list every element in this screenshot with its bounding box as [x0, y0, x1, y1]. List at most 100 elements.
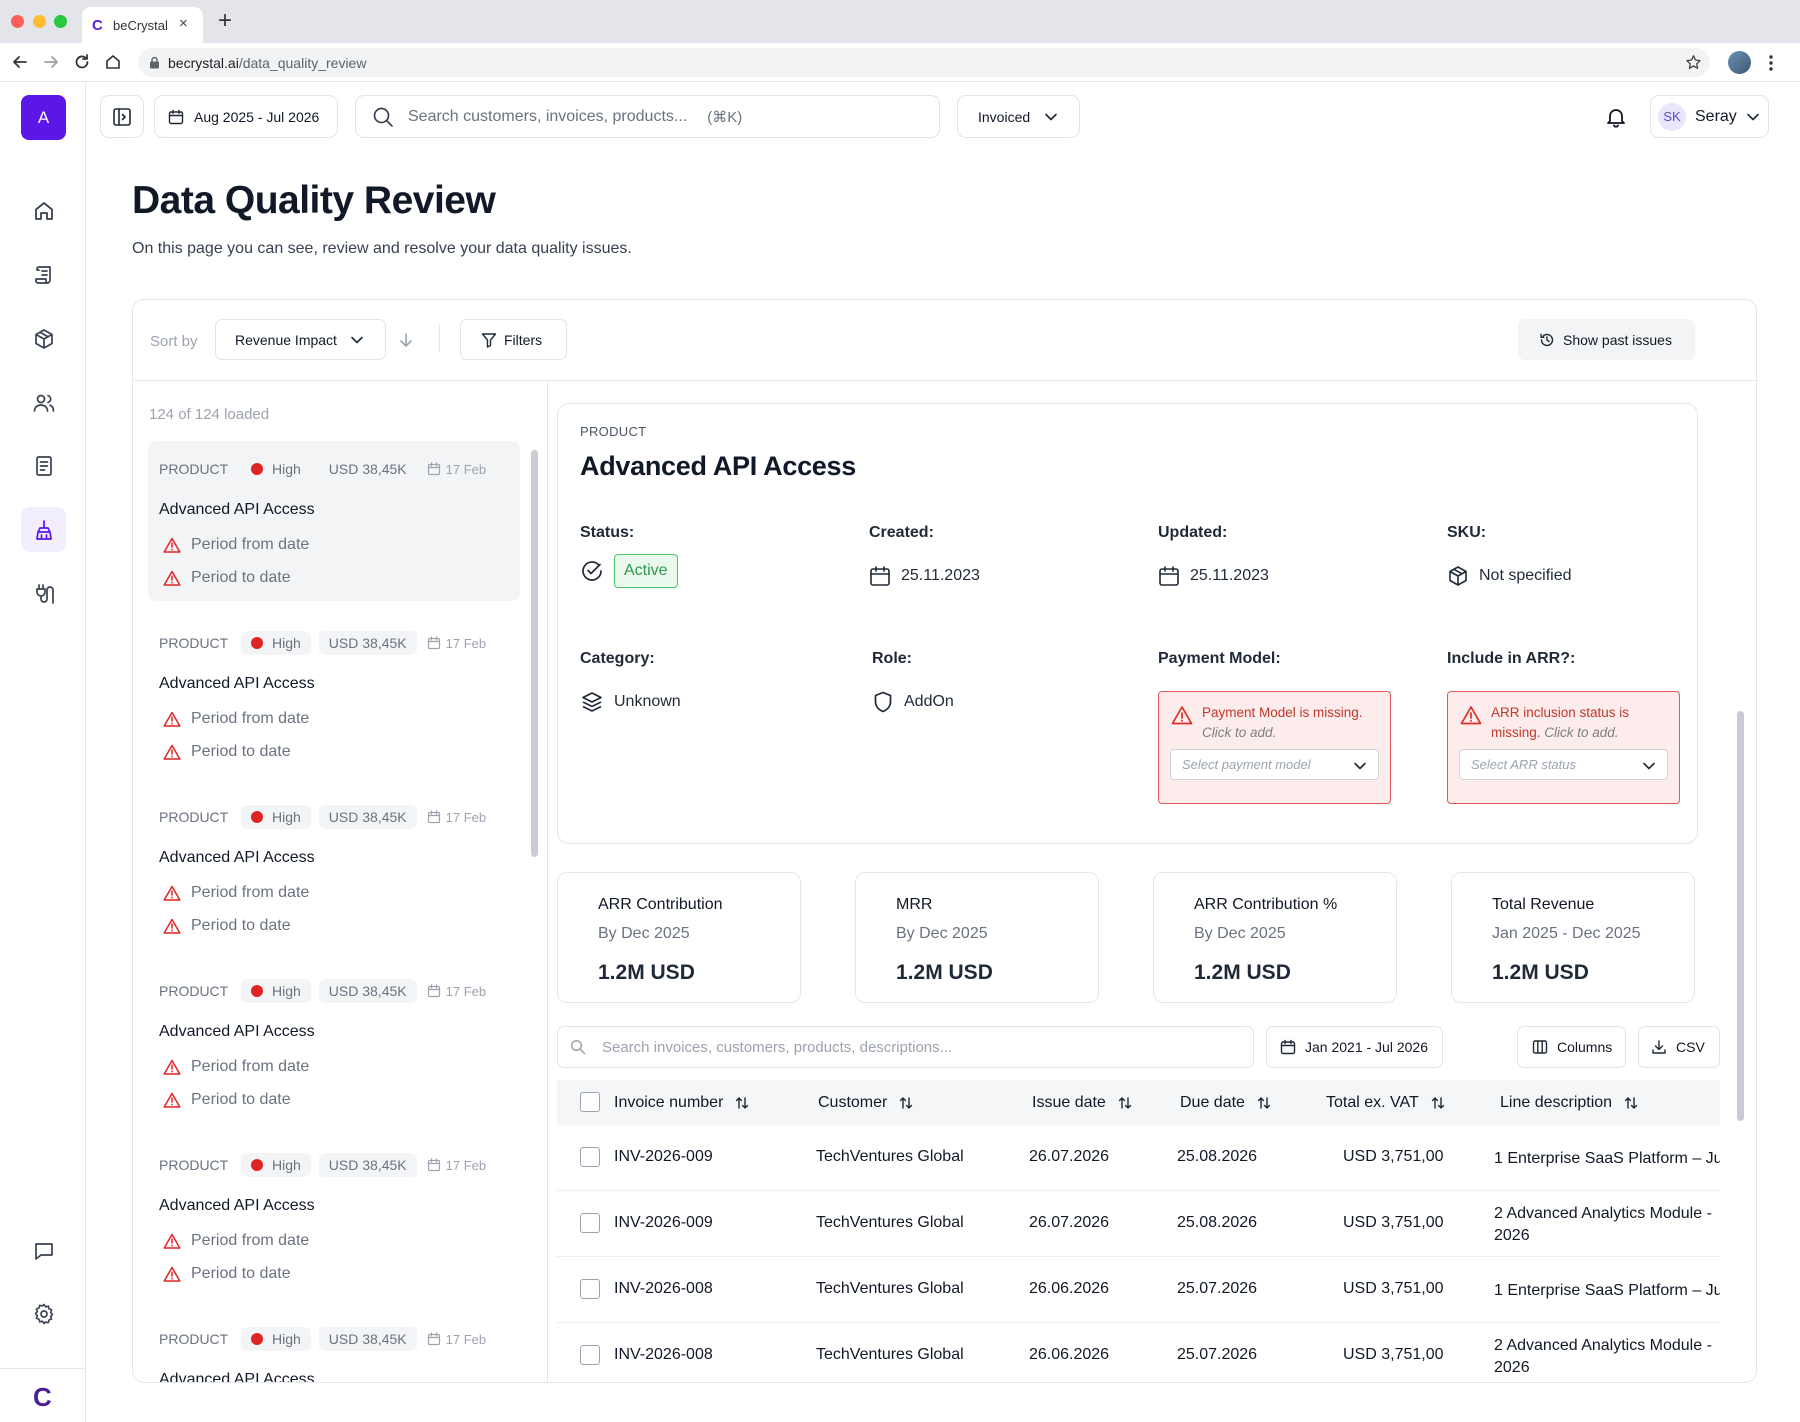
address-bar[interactable]: becrystal.ai/data_quality_review [138, 48, 1710, 77]
table-row[interactable]: INV-2026-009 TechVentures Global 26.07.202… [557, 1191, 1720, 1257]
reload-icon[interactable] [73, 53, 91, 71]
table-row[interactable]: INV-2026-009 TechVentures Global 26.07.202… [557, 1125, 1720, 1191]
issue-detail-card: PRODUCT Advanced API Access Status: Acti… [557, 403, 1698, 844]
show-past-issues-button[interactable]: Show past issues [1518, 319, 1695, 360]
issue-list-item[interactable]: PRODUCT High USD 38,45K 17 Feb Advanced API … [148, 441, 520, 601]
total-cell: USD 3,751,00 [1343, 1214, 1444, 1231]
issue-meta: PRODUCT High USD 38,45K 17 Feb [159, 1153, 486, 1177]
arr-status-select[interactable]: Select ARR status [1459, 749, 1668, 780]
issue-list-item[interactable]: PRODUCT High USD 38,45K 17 Feb Advanced API … [148, 1137, 520, 1297]
column-header-total[interactable]: Total ex. VAT [1326, 1094, 1445, 1112]
warning-icon [163, 537, 181, 553]
issue-list-item[interactable]: PRODUCT High USD 38,45K 17 Feb Advanced API … [148, 1311, 520, 1382]
filters-button[interactable]: Filters [460, 319, 567, 360]
column-header-issue-date[interactable]: Issue date [1032, 1094, 1132, 1112]
columns-button[interactable]: Columns [1517, 1026, 1626, 1068]
table-row[interactable]: INV-2026-008 TechVentures Global 26.06.202… [557, 1323, 1720, 1382]
sort-dropdown[interactable]: Revenue Impact [215, 319, 386, 360]
issue-date: 17 Feb [427, 636, 486, 651]
arr-inclusion-error[interactable]: ARR inclusion status is missing. Click t… [1447, 691, 1680, 804]
browser-menu-icon[interactable] [1768, 54, 1774, 72]
row-checkbox[interactable] [580, 1279, 600, 1299]
customer-cell[interactable]: TechVentures Global [816, 1148, 964, 1166]
severity-text: High [272, 983, 301, 999]
row-checkbox[interactable] [580, 1147, 600, 1167]
invoice-number-cell[interactable]: INV-2026-008 [614, 1280, 713, 1298]
payment-model-select[interactable]: Select payment model [1170, 749, 1379, 780]
column-header-line-description[interactable]: Line description [1500, 1094, 1638, 1112]
workspace-badge[interactable]: A [21, 95, 66, 140]
sort-arrows-icon [736, 1097, 749, 1109]
global-search-input[interactable]: Search customers, invoices, products... … [355, 95, 940, 138]
sidebar-item-invoices[interactable] [21, 443, 66, 488]
profile-avatar[interactable] [1728, 51, 1751, 74]
row-checkbox[interactable] [580, 1345, 600, 1365]
issue-field-text: Period from date [191, 884, 310, 901]
due-date-cell: 25.07.2026 [1177, 1346, 1258, 1363]
browser-tab[interactable]: C beCrystal × [82, 7, 203, 43]
csv-export-button[interactable]: CSV [1638, 1026, 1720, 1068]
amount-badge: USD 38,45K [318, 631, 417, 655]
customer-cell[interactable]: TechVentures Global [816, 1214, 964, 1232]
select-all-checkbox[interactable] [580, 1092, 600, 1112]
issue-field: Period from date [163, 1232, 309, 1250]
close-window-button[interactable] [11, 15, 24, 28]
sort-direction-icon[interactable] [398, 332, 414, 348]
maximize-window-button[interactable] [54, 15, 67, 28]
toggle-sidebar-button[interactable] [100, 95, 144, 138]
back-icon[interactable] [11, 53, 29, 71]
notifications-button[interactable] [1594, 95, 1638, 138]
sidebar-item-customers[interactable] [21, 380, 66, 425]
sidebar-item-settings[interactable] [21, 1291, 66, 1336]
home-page-icon[interactable] [104, 53, 122, 71]
issue-field-text: Period to date [191, 569, 291, 586]
sidebar-item-data-quality[interactable] [21, 507, 66, 552]
issue-list-item[interactable]: PRODUCT High USD 38,45K 17 Feb Advanced API … [148, 963, 520, 1123]
column-header-invoice-number[interactable]: Invoice number [614, 1094, 749, 1112]
table-search-input[interactable]: Search invoices, customers, products, de… [557, 1026, 1254, 1068]
sidebar-item-products[interactable] [21, 316, 66, 361]
column-header-customer[interactable]: Customer [818, 1094, 913, 1112]
metric-period: By Dec 2025 [896, 925, 988, 942]
severity-text: High [272, 461, 301, 477]
global-date-range-button[interactable]: Aug 2025 - Jul 2026 [154, 95, 338, 138]
gear-icon [34, 1303, 53, 1324]
issue-type: PRODUCT [159, 809, 229, 825]
calendar-icon [870, 566, 890, 586]
sidebar-item-home[interactable] [21, 188, 66, 233]
chevron-down-icon [351, 336, 363, 343]
forward-icon[interactable] [42, 53, 60, 71]
issue-field: Period from date [163, 1058, 309, 1076]
issue-list-item[interactable]: PRODUCT High USD 38,45K 17 Feb Advanced API … [148, 789, 520, 949]
issue-field-text: Period to date [191, 1265, 291, 1282]
sidebar-item-integrations[interactable] [21, 571, 66, 616]
invoice-number-cell[interactable]: INV-2026-009 [614, 1214, 713, 1232]
filter-icon [481, 332, 497, 348]
issue-list-item[interactable]: PRODUCT High USD 38,45K 17 Feb Advanced API … [148, 615, 520, 775]
scope-dropdown[interactable]: Invoiced [957, 95, 1080, 138]
sidebar-item-contracts[interactable] [21, 252, 66, 297]
customer-cell[interactable]: TechVentures Global [816, 1280, 964, 1298]
column-header-due-date[interactable]: Due date [1180, 1094, 1271, 1112]
amount-badge: USD 38,45K [318, 979, 417, 1003]
user-menu-button[interactable]: SK Seray [1650, 95, 1769, 138]
customer-cell[interactable]: TechVentures Global [816, 1346, 964, 1364]
issue-list-scrollbar[interactable] [531, 450, 538, 857]
table-row[interactable]: INV-2026-008 TechVentures Global 26.06.202… [557, 1257, 1720, 1323]
invoice-number-cell[interactable]: INV-2026-009 [614, 1148, 713, 1166]
column-header-label: Invoice number [614, 1094, 724, 1111]
severity-badge: High [241, 631, 311, 655]
detail-scrollbar[interactable] [1737, 711, 1744, 1121]
bookmark-star-icon[interactable] [1685, 54, 1702, 71]
invoice-number-cell[interactable]: INV-2026-008 [614, 1346, 713, 1364]
new-tab-icon[interactable]: + [218, 9, 232, 33]
issue-meta: PRODUCT High USD 38,45K 17 Feb [159, 631, 486, 655]
payment-model-error[interactable]: Payment Model is missing. Click to add. S… [1158, 691, 1391, 804]
close-tab-icon[interactable]: × [179, 15, 188, 32]
warning-icon [163, 1233, 181, 1249]
table-date-range-button[interactable]: Jan 2021 - Jul 2026 [1266, 1026, 1443, 1068]
sidebar-item-chat[interactable] [21, 1228, 66, 1273]
row-checkbox[interactable] [580, 1213, 600, 1233]
severity-dot [251, 637, 263, 649]
minimize-window-button[interactable] [33, 15, 46, 28]
